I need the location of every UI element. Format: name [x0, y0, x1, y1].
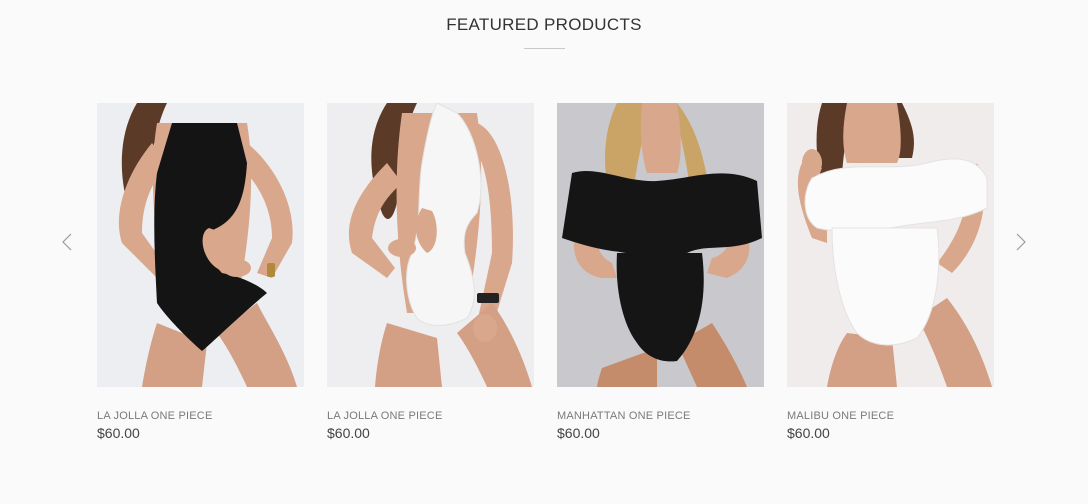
- product-image[interactable]: [97, 103, 304, 387]
- chevron-right-icon: [1016, 233, 1026, 251]
- product-name[interactable]: MALIBU ONE PIECE: [787, 410, 994, 422]
- section-title: FEATURED PRODUCTS: [446, 15, 642, 34]
- product-image[interactable]: [557, 103, 764, 387]
- product-name[interactable]: LA JOLLA ONE PIECE: [327, 410, 534, 422]
- product-card[interactable]: LA JOLLA ONE PIECE $60.00: [327, 103, 534, 441]
- product-price: $60.00: [787, 425, 830, 441]
- title-divider: [524, 48, 565, 49]
- product-carousel: LA JOLLA ONE PIECE $60.00 LA JOLLA ONE P…: [97, 103, 994, 441]
- product-card[interactable]: MALIBU ONE PIECE $60.00: [787, 103, 994, 441]
- product-price: $60.00: [557, 425, 600, 441]
- carousel-prev-button[interactable]: [57, 230, 77, 254]
- carousel-next-button[interactable]: [1011, 230, 1031, 254]
- product-price: $60.00: [97, 425, 140, 441]
- product-card[interactable]: MANHATTAN ONE PIECE $60.00: [557, 103, 764, 441]
- swimsuit-shape: [562, 170, 762, 257]
- product-image[interactable]: [787, 103, 994, 387]
- product-price: $60.00: [327, 425, 370, 441]
- product-name[interactable]: MANHATTAN ONE PIECE: [557, 410, 764, 422]
- product-image[interactable]: [327, 103, 534, 387]
- product-name[interactable]: LA JOLLA ONE PIECE: [97, 410, 304, 422]
- product-card[interactable]: LA JOLLA ONE PIECE $60.00: [97, 103, 304, 441]
- featured-products-page: FEATURED PRODUCTS LA JOLLA ONE PIECE $60…: [0, 0, 1088, 504]
- chevron-left-icon: [62, 233, 72, 251]
